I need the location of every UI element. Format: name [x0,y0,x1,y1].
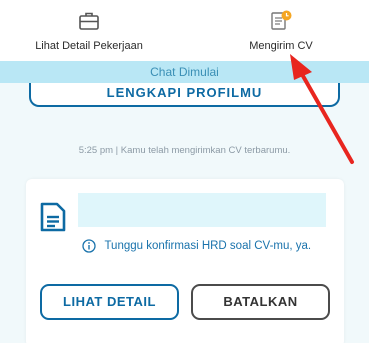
chat-started-banner: Chat Dimulai [0,61,369,83]
complete-profile-button[interactable]: LENGKAPI PROFILMU [29,83,340,107]
job-actions-bar: Lihat Detail Pekerjaan Mengirim CV [0,0,369,60]
document-icon [40,202,66,232]
briefcase-icon [79,12,99,30]
info-icon [82,239,96,253]
cv-title-placeholder [78,193,326,227]
view-detail-button[interactable]: LIHAT DETAIL [40,284,179,320]
cancel-button[interactable]: BATALKAN [191,284,330,320]
send-cv-action[interactable]: Mengirim CV [206,0,356,60]
view-job-detail-label: Lihat Detail Pekerjaan [35,40,143,52]
send-cv-label: Mengirim CV [249,40,313,52]
cv-status-card: Tunggu konfirmasi HRD soal CV-mu, ya. LI… [26,179,344,343]
hrd-confirmation-notice: Tunggu konfirmasi HRD soal CV-mu, ya. [82,237,311,253]
hrd-confirmation-text: Tunggu konfirmasi HRD soal CV-mu, ya. [104,239,312,252]
view-job-detail-action[interactable]: Lihat Detail Pekerjaan [14,0,164,60]
document-clock-icon [271,10,292,30]
cv-sent-timestamp: 5:25 pm | Kamu telah mengirimkan CV terb… [78,145,291,156]
chat-area: LENGKAPI PROFILMU 5:25 pm | Kamu telah m… [0,83,369,343]
